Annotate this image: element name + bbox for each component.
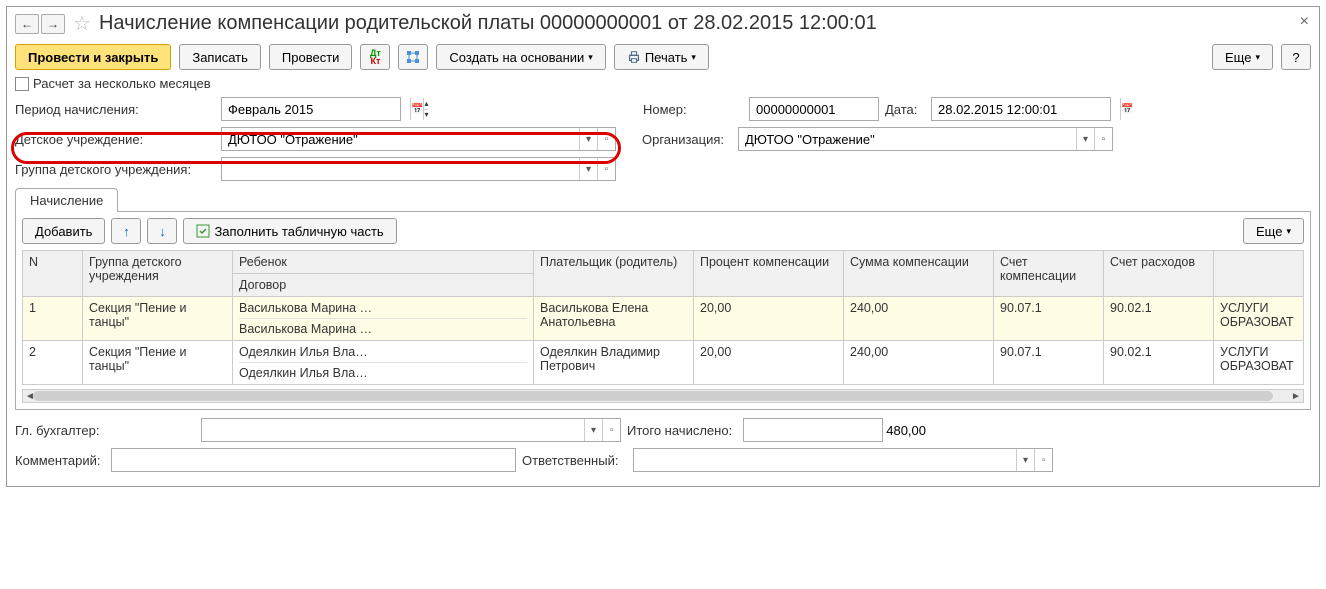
responsible-label: Ответственный: xyxy=(522,453,627,468)
move-down-button[interactable]: ↓ xyxy=(147,218,177,244)
add-row-button[interactable]: Добавить xyxy=(22,218,105,244)
institution-input[interactable] xyxy=(222,128,579,150)
col-extra[interactable] xyxy=(1214,251,1304,297)
page-title: Начисление компенсации родительской плат… xyxy=(99,12,877,35)
table-row[interactable]: 1 Секция "Пение и танцы" Василькова Мари… xyxy=(23,297,1304,341)
accountant-input[interactable] xyxy=(202,419,584,441)
organization-field[interactable]: ▾ ▫ xyxy=(738,127,1113,151)
dtkt-button[interactable]: ДтКт xyxy=(360,44,390,70)
structure-button[interactable] xyxy=(398,44,428,70)
post-button[interactable]: Провести xyxy=(269,44,353,70)
responsible-open-icon[interactable]: ▫ xyxy=(1034,449,1052,471)
date-input[interactable] xyxy=(932,98,1120,120)
responsible-input[interactable] xyxy=(634,449,1016,471)
total-label: Итого начислено: xyxy=(627,423,737,438)
organization-input[interactable] xyxy=(739,128,1076,150)
total-field xyxy=(743,418,883,442)
period-input[interactable] xyxy=(222,98,410,120)
col-child[interactable]: Ребенок xyxy=(233,251,534,274)
multi-month-checkbox[interactable]: Расчет за несколько месяцев xyxy=(15,76,211,91)
accountant-field[interactable]: ▾ ▫ xyxy=(201,418,621,442)
save-button[interactable]: Записать xyxy=(179,44,261,70)
col-n[interactable]: N xyxy=(23,251,83,297)
period-down-icon[interactable]: ▾ xyxy=(423,110,428,121)
group-dropdown-icon[interactable]: ▾ xyxy=(579,158,597,180)
fill-table-button[interactable]: Заполнить табличную часть xyxy=(183,218,396,244)
accountant-label: Гл. бухгалтер: xyxy=(15,423,195,438)
favorite-star-icon[interactable]: ☆ xyxy=(73,11,91,36)
col-acc-comp[interactable]: Счет компенсации xyxy=(994,251,1104,297)
move-up-button[interactable]: ↑ xyxy=(111,218,141,244)
col-contract[interactable]: Договор xyxy=(233,274,534,297)
close-icon[interactable]: × xyxy=(1300,13,1309,31)
col-payer[interactable]: Плательщик (родитель) xyxy=(534,251,694,297)
horizontal-scrollbar[interactable]: ◄ ► xyxy=(22,389,1304,403)
period-label: Период начисления: xyxy=(15,102,215,117)
comment-input[interactable] xyxy=(112,449,515,471)
col-group[interactable]: Группа детского учреждения xyxy=(83,251,233,297)
group-field[interactable]: ▾ ▫ xyxy=(221,157,616,181)
institution-open-icon[interactable]: ▫ xyxy=(597,128,615,150)
help-button[interactable]: ? xyxy=(1281,44,1311,70)
tabs: Начисление Добавить ↑ ↓ Заполнить таблич… xyxy=(15,187,1311,410)
group-input[interactable] xyxy=(222,158,579,180)
organization-open-icon[interactable]: ▫ xyxy=(1094,128,1112,150)
number-field[interactable] xyxy=(749,97,879,121)
institution-dropdown-icon[interactable]: ▾ xyxy=(579,128,597,150)
group-open-icon[interactable]: ▫ xyxy=(597,158,615,180)
scroll-right-icon[interactable]: ► xyxy=(1289,390,1303,402)
document-window: × ← → ☆ Начисление компенсации родительс… xyxy=(6,6,1320,487)
titlebar: ← → ☆ Начисление компенсации родительско… xyxy=(15,11,1311,36)
organization-dropdown-icon[interactable]: ▾ xyxy=(1076,128,1094,150)
accrual-grid[interactable]: N Группа детского учреждения Ребенок Пла… xyxy=(22,250,1304,385)
period-field[interactable]: 📅 ▴▾ xyxy=(221,97,401,121)
comment-field[interactable] xyxy=(111,448,516,472)
accountant-dropdown-icon[interactable]: ▾ xyxy=(584,419,602,441)
more-dropdown[interactable]: Еще ▾ xyxy=(1212,44,1273,70)
organization-label: Организация: xyxy=(642,132,732,147)
responsible-dropdown-icon[interactable]: ▾ xyxy=(1016,449,1034,471)
accountant-open-icon[interactable]: ▫ xyxy=(602,419,620,441)
number-label: Номер: xyxy=(643,102,743,117)
post-and-close-button[interactable]: Провести и закрыть xyxy=(15,44,171,70)
nav-forward-button[interactable]: → xyxy=(41,14,65,34)
group-label: Группа детского учреждения: xyxy=(15,162,215,177)
date-label: Дата: xyxy=(885,102,925,117)
period-up-icon[interactable]: ▴ xyxy=(423,98,428,110)
form-area: Расчет за несколько месяцев Период начис… xyxy=(15,76,1311,181)
tab-more-dropdown[interactable]: Еще ▾ xyxy=(1243,218,1304,244)
col-sum[interactable]: Сумма компенсации xyxy=(844,251,994,297)
date-calendar-icon[interactable]: 📅 xyxy=(1120,98,1133,120)
calendar-icon[interactable]: 📅 xyxy=(410,98,423,120)
tab-accrual[interactable]: Начисление xyxy=(15,188,118,212)
date-field[interactable]: 📅 xyxy=(931,97,1111,121)
nav-back-button[interactable]: ← xyxy=(15,14,39,34)
create-based-dropdown[interactable]: Создать на основании ▾ xyxy=(436,44,605,70)
responsible-field[interactable]: ▾ ▫ xyxy=(633,448,1053,472)
table-row[interactable]: 2 Секция "Пение и танцы" Одеялкин Илья В… xyxy=(23,341,1304,385)
institution-label: Детское учреждение: xyxy=(15,132,215,147)
scroll-thumb[interactable] xyxy=(33,391,1273,401)
print-dropdown[interactable]: Печать ▾ xyxy=(614,44,709,70)
main-toolbar: Провести и закрыть Записать Провести ДтК… xyxy=(15,44,1311,70)
institution-field[interactable]: ▾ ▫ xyxy=(221,127,616,151)
col-acc-exp[interactable]: Счет расходов xyxy=(1104,251,1214,297)
col-percent[interactable]: Процент компенсации xyxy=(694,251,844,297)
total-input xyxy=(744,419,932,441)
comment-label: Комментарий: xyxy=(15,453,105,468)
